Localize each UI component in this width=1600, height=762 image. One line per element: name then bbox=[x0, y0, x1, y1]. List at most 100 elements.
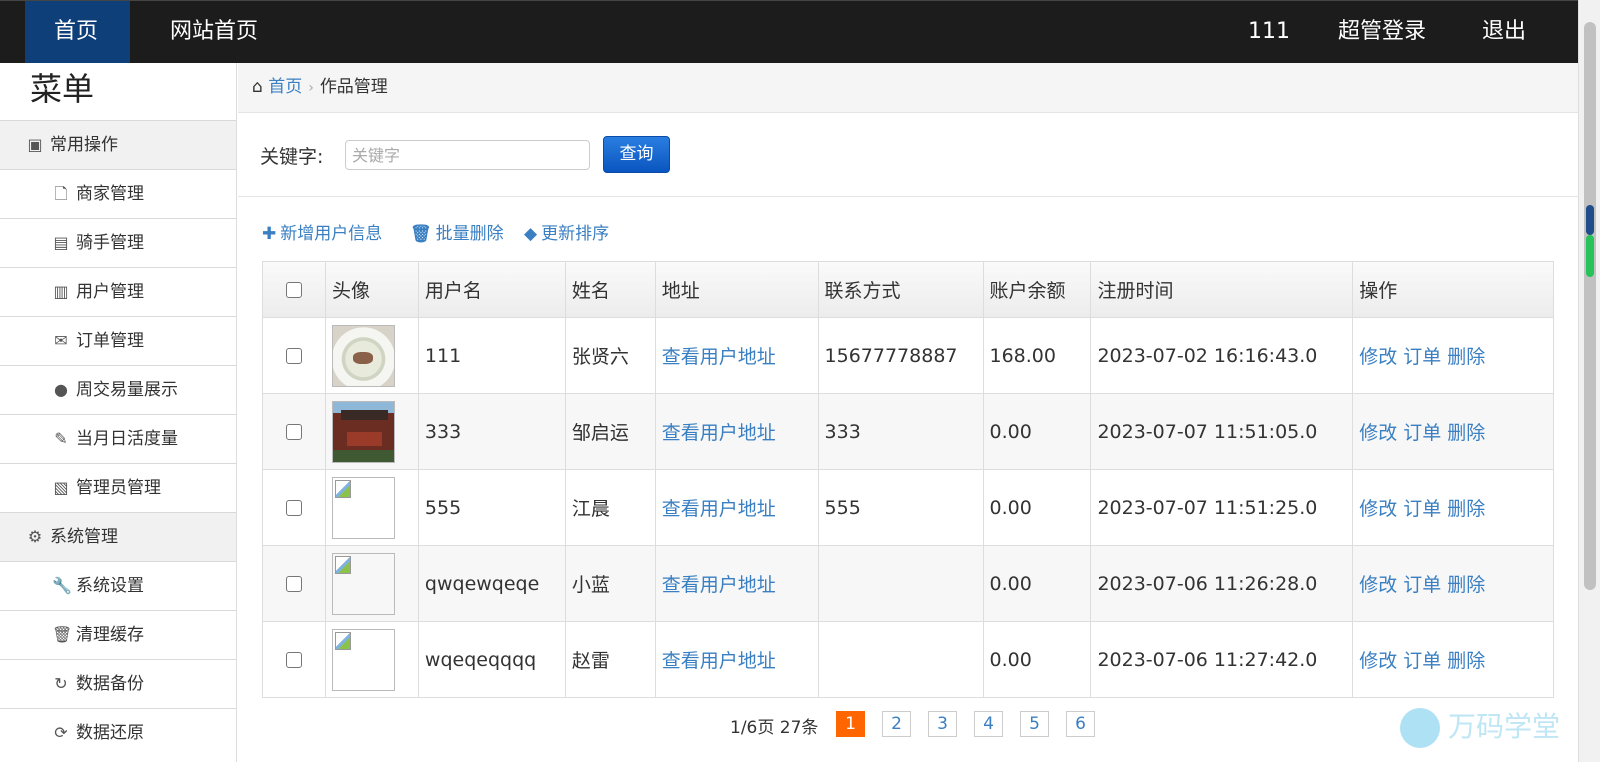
nav-site-home[interactable]: 网站首页 bbox=[150, 1, 278, 64]
column-header: 联系方式 bbox=[817, 261, 984, 318]
sidebar-item-label: 周交易量展示 bbox=[76, 380, 178, 400]
edit-link[interactable]: 修改 bbox=[1359, 422, 1397, 444]
sidebar-item-restore[interactable]: ⟳ 数据还原 bbox=[0, 708, 236, 757]
sidebar-item-riders[interactable]: ▤ 骑手管理 bbox=[0, 218, 236, 267]
edit-link[interactable]: 修改 bbox=[1359, 574, 1397, 596]
nav-logout[interactable]: 退出 bbox=[1462, 1, 1546, 64]
row-checkbox[interactable] bbox=[262, 621, 326, 698]
sidebar-item-weekly-volume[interactable]: ● 周交易量展示 bbox=[0, 365, 236, 414]
address-link[interactable]: 查看用户地址 bbox=[654, 621, 819, 698]
sidebar-item-users[interactable]: ▥ 用户管理 bbox=[0, 267, 236, 316]
page-6[interactable]: 6 bbox=[1066, 711, 1095, 737]
address-link[interactable]: 查看用户地址 bbox=[654, 393, 819, 470]
actions-cell: 修改 订单 删除 bbox=[1352, 469, 1554, 546]
update-sort-button[interactable]: ◆ 更新排序 bbox=[524, 219, 609, 244]
books-icon: ▥ bbox=[53, 282, 69, 301]
name-cell: 张贤六 bbox=[564, 317, 656, 394]
table-row: wqeqeqqqq 赵雷 查看用户地址 0.00 2023-07-06 11:2… bbox=[262, 621, 1554, 698]
sidebar-item-settings[interactable]: 🔧 系统设置 bbox=[0, 561, 236, 610]
delete-link[interactable]: 删除 bbox=[1447, 650, 1485, 672]
watermark: 万码学堂 bbox=[1400, 705, 1560, 748]
comment-icon: ● bbox=[54, 380, 68, 399]
pushpin-icon: ✎ bbox=[54, 429, 68, 448]
column-header: 用户名 bbox=[417, 261, 566, 318]
order-link[interactable]: 订单 bbox=[1403, 498, 1441, 520]
home-icon: ⌂ bbox=[252, 77, 263, 97]
add-user-button[interactable]: ✚ 新增用户信息 bbox=[262, 219, 382, 244]
name-cell: 江晨 bbox=[564, 469, 656, 546]
sidebar-group-common[interactable]: ▣ 常用操作 bbox=[0, 120, 236, 169]
search-input[interactable] bbox=[345, 140, 590, 170]
order-link[interactable]: 订单 bbox=[1403, 650, 1441, 672]
username-cell: 555 bbox=[417, 469, 566, 546]
plus-icon: ✚ bbox=[262, 224, 277, 244]
sidebar-item-daily-active[interactable]: ✎ 当月日活度量 bbox=[0, 414, 236, 463]
file-icon: 🗋 bbox=[54, 184, 68, 203]
add-user-label: 新增用户信息 bbox=[280, 224, 383, 244]
page-5[interactable]: 5 bbox=[1020, 711, 1049, 737]
page-scrollbar[interactable] bbox=[1578, 0, 1600, 762]
actions-cell: 修改 订单 删除 bbox=[1352, 621, 1554, 698]
order-link[interactable]: 订单 bbox=[1403, 346, 1441, 368]
delete-link[interactable]: 删除 bbox=[1447, 422, 1485, 444]
order-link[interactable]: 订单 bbox=[1403, 574, 1441, 596]
sidebar-item-label: 系统设置 bbox=[76, 576, 144, 596]
sidebar-item-admins[interactable]: ▧ 管理员管理 bbox=[0, 463, 236, 512]
contact-cell: 15677778887 bbox=[817, 317, 984, 394]
select-all-checkbox[interactable] bbox=[262, 261, 326, 318]
sidebar-item-merchants[interactable]: 🗋 商家管理 bbox=[0, 169, 236, 218]
page-3[interactable]: 3 bbox=[928, 711, 957, 737]
delete-link[interactable]: 删除 bbox=[1447, 498, 1485, 520]
search-button[interactable]: 查询 bbox=[603, 136, 670, 173]
order-link[interactable]: 订单 bbox=[1403, 422, 1441, 444]
breadcrumb-home[interactable]: 首页 bbox=[268, 77, 302, 97]
trash-icon: 🗑 bbox=[52, 625, 73, 644]
gear-icon: ⚙ bbox=[27, 527, 43, 546]
search-label: 关键字: bbox=[260, 146, 324, 168]
sidebar-group-system[interactable]: ⚙ 系统管理 bbox=[0, 512, 236, 561]
delete-link[interactable]: 删除 bbox=[1447, 346, 1485, 368]
address-link[interactable]: 查看用户地址 bbox=[654, 469, 819, 546]
contact-cell bbox=[817, 621, 984, 698]
sidebar-item-label: 数据备份 bbox=[76, 674, 144, 694]
registered-cell: 2023-07-06 11:26:28.0 bbox=[1090, 545, 1354, 622]
sidebar-item-label: 订单管理 bbox=[76, 331, 144, 351]
page-2[interactable]: 2 bbox=[882, 711, 911, 737]
sidebar-group-label: 常用操作 bbox=[50, 135, 118, 155]
column-header: 地址 bbox=[654, 261, 819, 318]
sidebar-item-label: 骑手管理 bbox=[76, 233, 144, 253]
contact-cell: 555 bbox=[817, 469, 984, 546]
edit-link[interactable]: 修改 bbox=[1359, 498, 1397, 520]
nav-home[interactable]: 首页 bbox=[25, 1, 130, 64]
sidebar-item-label: 用户管理 bbox=[76, 282, 144, 302]
edit-link[interactable]: 修改 bbox=[1359, 650, 1397, 672]
sidebar-item-backup[interactable]: ↻ 数据备份 bbox=[0, 659, 236, 708]
table-row: qwqewqeqe 小蓝 查看用户地址 0.00 2023-07-06 11:2… bbox=[262, 545, 1554, 622]
batch-delete-button[interactable]: 🗑 批量删除 bbox=[410, 219, 504, 244]
scrollbar-thumb[interactable] bbox=[1584, 22, 1596, 590]
row-checkbox[interactable] bbox=[262, 545, 326, 622]
contact-cell bbox=[817, 545, 984, 622]
sidebar-item-label: 商家管理 bbox=[76, 184, 144, 204]
nav-current-user[interactable]: 111 bbox=[1228, 1, 1310, 64]
row-checkbox[interactable] bbox=[262, 469, 326, 546]
edit-link[interactable]: 修改 bbox=[1359, 346, 1397, 368]
column-header: 姓名 bbox=[564, 261, 656, 318]
page-4[interactable]: 4 bbox=[974, 711, 1003, 737]
balance-cell: 0.00 bbox=[982, 621, 1092, 698]
nav-admin-login[interactable]: 超管登录 bbox=[1318, 1, 1446, 64]
sidebar-item-clear-cache[interactable]: 🗑 清理缓存 bbox=[0, 610, 236, 659]
sidebar-item-orders[interactable]: ✉ 订单管理 bbox=[0, 316, 236, 365]
address-link[interactable]: 查看用户地址 bbox=[654, 317, 819, 394]
address-link[interactable]: 查看用户地址 bbox=[654, 545, 819, 622]
page-1[interactable]: 1 bbox=[836, 711, 865, 737]
pagination-info: 1/6页 27条 bbox=[730, 718, 819, 738]
avatar bbox=[331, 324, 395, 387]
row-checkbox[interactable] bbox=[262, 393, 326, 470]
watermark-text: 万码学堂 bbox=[1448, 710, 1561, 743]
registered-cell: 2023-07-07 11:51:05.0 bbox=[1090, 393, 1354, 470]
actions-cell: 修改 订单 删除 bbox=[1352, 317, 1554, 394]
row-checkbox[interactable] bbox=[262, 317, 326, 394]
delete-link[interactable]: 删除 bbox=[1447, 574, 1485, 596]
column-header: 头像 bbox=[324, 261, 419, 318]
